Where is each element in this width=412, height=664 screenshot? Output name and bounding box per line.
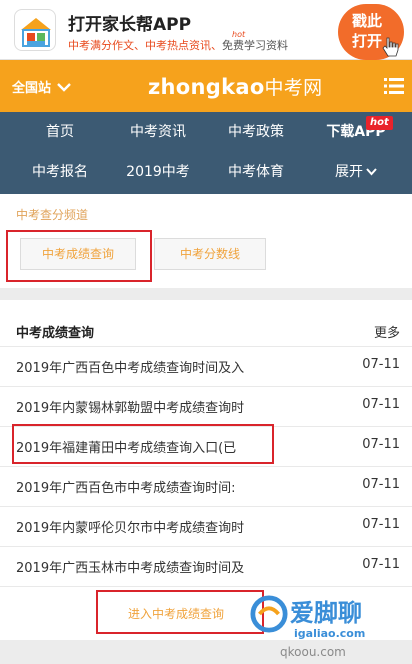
hot-badge: hot — [366, 116, 393, 130]
chevron-down-icon — [57, 82, 71, 92]
list-item[interactable]: 2019年内蒙呼伦贝尔市中考成绩查询时 07-11 — [0, 506, 412, 546]
watermark: 爱脚聊 igaliao.com qkoou.com — [250, 585, 412, 664]
app-logo-icon — [14, 9, 56, 51]
menu-list-icon[interactable] — [384, 77, 404, 95]
hot-tag: hot — [232, 30, 246, 39]
site-logo[interactable]: zhongkao中考网 — [148, 73, 322, 100]
watermark-logo-icon — [250, 595, 288, 633]
list-item[interactable]: 2019年广西玉林市中考成绩查询时间及 07-11 — [0, 546, 412, 586]
nav-policy[interactable]: 中考政策 — [206, 112, 306, 152]
highlight-box — [6, 230, 152, 282]
highlight-box — [12, 424, 274, 464]
list-item[interactable]: 2019年广西百色市中考成绩查询时间: 07-11 — [0, 466, 412, 506]
nav-registration[interactable]: 中考报名 — [10, 152, 110, 192]
nav-sports[interactable]: 中考体育 — [206, 152, 306, 192]
highlight-box — [96, 590, 264, 634]
app-download-banner[interactable]: 打开家长帮APP 中考满分作文、中考热点资讯、免费学习资料 hot 戳此 打开 — [0, 0, 412, 60]
section-label: 中考查分频道 — [16, 208, 89, 222]
score-channel-section: 中考查分频道 中考成绩查询 中考分数线 — [0, 194, 412, 288]
list-header: 中考成绩查询 更多 — [0, 314, 412, 346]
app-banner-title: 打开家长帮APP — [68, 15, 192, 35]
nav-news[interactable]: 中考资讯 — [108, 112, 208, 152]
chevron-down-icon — [366, 168, 377, 176]
list-item[interactable]: 2019年内蒙锡林郭勒盟中考成绩查询时 07-11 — [0, 386, 412, 426]
pointing-hand-icon — [382, 37, 399, 57]
more-link[interactable]: 更多 — [374, 322, 400, 341]
site-header: 全国站 zhongkao中考网 — [0, 60, 412, 112]
list-item[interactable]: 2019年广西百色中考成绩查询时间及入 07-11 — [0, 346, 412, 386]
list-title: 中考成绩查询 — [16, 326, 95, 341]
watermark-url: qkoou.com — [280, 645, 346, 659]
watermark-text: 爱脚聊 — [290, 599, 362, 627]
score-line-button[interactable]: 中考分数线 — [154, 238, 266, 270]
site-switch-dropdown[interactable]: 全国站 — [12, 77, 71, 96]
nav-home[interactable]: 首页 — [10, 112, 110, 152]
nav-expand[interactable]: 展开 — [306, 152, 406, 192]
watermark-url: igaliao.com — [294, 627, 366, 640]
nav-2019-zhongkao[interactable]: 2019中考 — [108, 152, 208, 192]
main-nav: 首页 中考资讯 中考政策 下载APP 中考报名 2019中考 中考体育 展开 — [0, 112, 412, 194]
app-banner-subtitle: 中考满分作文、中考热点资讯、免费学习资料 — [68, 39, 288, 52]
open-app-button[interactable]: 戳此 打开 — [338, 4, 404, 60]
